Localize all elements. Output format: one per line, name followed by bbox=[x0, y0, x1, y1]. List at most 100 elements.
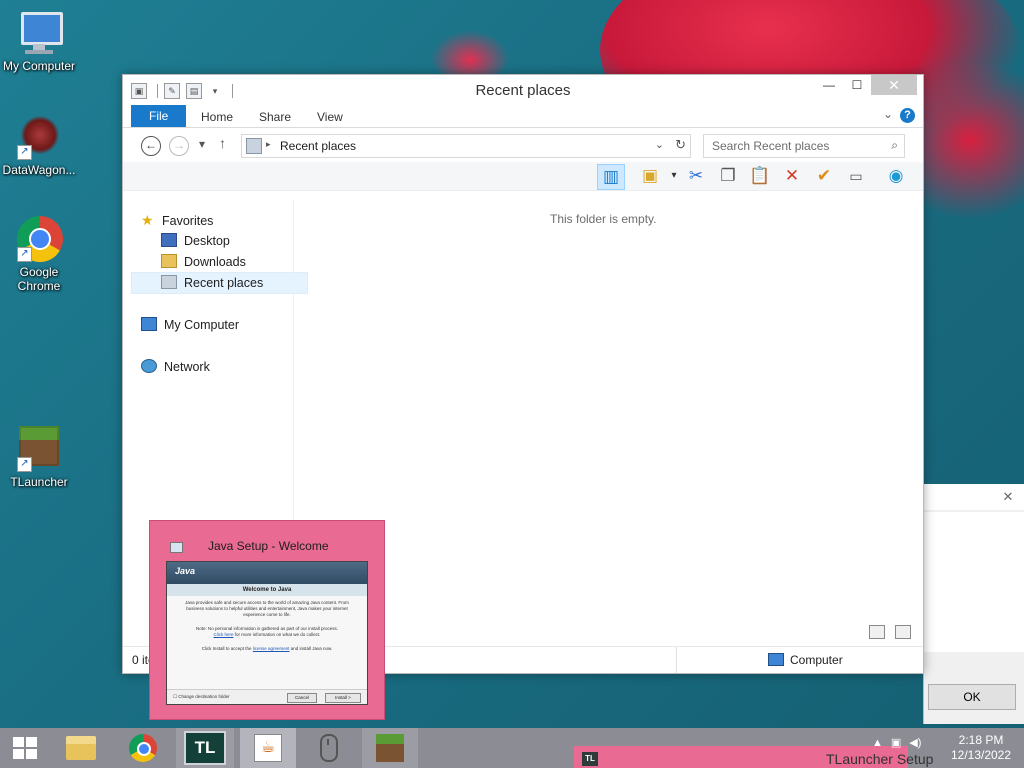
close-button[interactable]: ✕ bbox=[871, 75, 917, 95]
address-bar[interactable]: ▸ Recent places ⌄ ↻ bbox=[241, 134, 691, 158]
java-window-icon bbox=[170, 542, 183, 553]
tlauncher-setup-title: TLauncher Setup bbox=[826, 751, 934, 767]
cut-icon[interactable]: ✂ bbox=[683, 164, 709, 188]
desktop-icon-label: Google Chrome bbox=[17, 265, 61, 293]
taskbar-mouse-app[interactable] bbox=[304, 728, 354, 768]
large-icons-view-icon[interactable] bbox=[895, 625, 911, 639]
folder-icon bbox=[66, 736, 96, 760]
chevron-down-icon[interactable]: ⌄ bbox=[655, 138, 664, 151]
taskbar-java-setup[interactable]: ☕ bbox=[240, 728, 296, 768]
back-button[interactable]: ← bbox=[141, 136, 161, 156]
maximize-button[interactable]: ☐ bbox=[843, 75, 871, 95]
refresh-icon[interactable]: ↻ bbox=[675, 137, 686, 153]
up-button[interactable]: ↑ bbox=[219, 135, 226, 151]
sidebar-item-desktop[interactable]: Desktop bbox=[161, 231, 230, 251]
sidebar-item-downloads[interactable]: Downloads bbox=[161, 252, 246, 272]
molecule-icon: ↗ bbox=[15, 112, 63, 160]
background-dialog: ✕ OK bbox=[923, 484, 1024, 724]
tlauncher-icon: TL bbox=[582, 752, 598, 766]
search-input[interactable]: Search Recent places bbox=[712, 139, 829, 153]
tab-home[interactable]: Home bbox=[187, 107, 247, 127]
java-logo: Java bbox=[175, 566, 196, 576]
checkbox-label: Change destination folder bbox=[178, 694, 230, 699]
desktop-icon-label: My Computer bbox=[2, 59, 76, 73]
title-bar[interactable]: ▣ ✎ ▤ ▾ Recent places — ☐ ✕ bbox=[123, 75, 923, 105]
recent-places-icon bbox=[161, 275, 177, 289]
tab-file[interactable]: File bbox=[131, 105, 187, 127]
java-note-text-2: for more information on what we do colle… bbox=[234, 632, 321, 637]
grass-block-icon bbox=[376, 734, 404, 762]
globe-icon[interactable]: ◉ bbox=[883, 164, 909, 188]
thumbnail-title: Java Setup - Welcome bbox=[208, 539, 329, 553]
chrome-icon bbox=[129, 734, 157, 762]
sidebar-item-my-computer[interactable]: My Computer bbox=[141, 315, 239, 335]
tlauncher-setup-window[interactable]: TL TLauncher Setup bbox=[574, 746, 933, 768]
click-here-link[interactable]: Click here bbox=[213, 632, 233, 637]
paste-icon[interactable]: 📋 bbox=[747, 164, 773, 188]
java-note: Note: No personal information is gathere… bbox=[167, 622, 367, 642]
desktop-icon bbox=[161, 233, 177, 247]
change-destination-checkbox[interactable]: ☐ Change destination folder bbox=[173, 694, 230, 700]
show-hidden-icons-icon[interactable]: ▲ bbox=[872, 737, 883, 749]
preview-pane-icon[interactable]: ▥ bbox=[597, 164, 625, 190]
rename-icon[interactable]: ▭ bbox=[843, 164, 869, 188]
downloads-folder-icon bbox=[161, 254, 177, 268]
tab-share[interactable]: Share bbox=[245, 107, 305, 127]
status-location-label: Computer bbox=[790, 653, 843, 667]
computer-icon bbox=[15, 8, 63, 56]
ribbon-tabs: File Home Share View ⌄ ? bbox=[123, 105, 923, 128]
breadcrumb-arrow-icon[interactable]: ▸ bbox=[266, 139, 271, 150]
sidebar-item-label: My Computer bbox=[164, 318, 240, 332]
details-view-icon[interactable] bbox=[869, 625, 885, 639]
sidebar-item-favorites[interactable]: ★ Favorites bbox=[141, 210, 213, 230]
start-button[interactable] bbox=[0, 728, 50, 768]
dialog-close-button[interactable]: ✕ bbox=[994, 488, 1022, 506]
sidebar-item-recent-places[interactable]: Recent places bbox=[131, 272, 308, 294]
search-box[interactable]: Search Recent places ⌕ bbox=[703, 134, 905, 158]
desktop-icon-google-chrome[interactable]: ↗ Google Chrome bbox=[0, 214, 78, 293]
help-icon[interactable]: ? bbox=[900, 108, 915, 123]
license-agreement-link[interactable]: license agreement bbox=[253, 646, 290, 651]
desktop-icon-tlauncher[interactable]: ↗ TLauncher bbox=[0, 424, 78, 489]
status-location: Computer bbox=[768, 653, 843, 667]
mouse-icon bbox=[320, 734, 338, 762]
clock-time: 2:18 PM bbox=[958, 733, 1004, 747]
taskbar-chrome[interactable] bbox=[118, 728, 168, 768]
java-license-note: Click Install to accept the license agre… bbox=[167, 642, 367, 656]
network-icon bbox=[141, 359, 157, 373]
checkmark-icon[interactable]: ✔ bbox=[811, 164, 837, 188]
delete-icon[interactable]: ✕ bbox=[779, 164, 805, 188]
sidebar-item-label: Downloads bbox=[184, 255, 246, 269]
desktop-icon-label: DataWagon... bbox=[2, 163, 76, 177]
java-license-text-2: and install Java now. bbox=[290, 646, 333, 651]
recent-places-icon bbox=[246, 138, 262, 154]
chrome-icon: ↗ bbox=[15, 214, 63, 262]
taskbar-tlauncher[interactable]: TL bbox=[176, 728, 234, 768]
cancel-button[interactable]: Cancel bbox=[287, 693, 317, 703]
volume-icon[interactable]: ◀) bbox=[909, 736, 921, 749]
install-button[interactable]: Install > bbox=[325, 693, 361, 703]
tab-view[interactable]: View bbox=[303, 107, 357, 127]
desktop-icon-datawagon[interactable]: ↗ DataWagon... bbox=[0, 112, 78, 177]
java-description: Java provides safe and secure access to … bbox=[185, 600, 349, 617]
java-license-text: Click Install to accept the bbox=[201, 646, 252, 651]
recent-locations-button[interactable]: ▾ bbox=[199, 137, 205, 151]
forward-button[interactable]: → bbox=[169, 136, 189, 156]
taskbar-minecraft[interactable] bbox=[362, 728, 418, 768]
windows-logo-icon bbox=[13, 737, 37, 759]
taskbar-file-explorer[interactable] bbox=[56, 728, 106, 768]
select-folder-icon[interactable]: ▣ bbox=[637, 164, 663, 188]
search-icon[interactable]: ⌕ bbox=[891, 138, 898, 153]
system-clock[interactable]: 2:18 PM 12/13/2022 bbox=[946, 733, 1016, 763]
ok-button[interactable]: OK bbox=[928, 684, 1016, 710]
network-icon[interactable]: ▣ bbox=[891, 736, 901, 749]
star-icon: ★ bbox=[141, 212, 154, 228]
sidebar-item-network[interactable]: Network bbox=[141, 357, 210, 377]
computer-icon bbox=[141, 317, 157, 331]
desktop-icon-my-computer[interactable]: My Computer bbox=[0, 8, 78, 73]
java-setup-thumbnail[interactable]: Java Setup - Welcome Java Welcome to Jav… bbox=[149, 520, 385, 720]
minimize-button[interactable]: — bbox=[815, 75, 843, 95]
copy-icon[interactable]: ❐ bbox=[715, 164, 741, 188]
chevron-down-icon[interactable]: ⌄ bbox=[883, 107, 893, 121]
sidebar-item-label: Recent places bbox=[184, 276, 264, 290]
